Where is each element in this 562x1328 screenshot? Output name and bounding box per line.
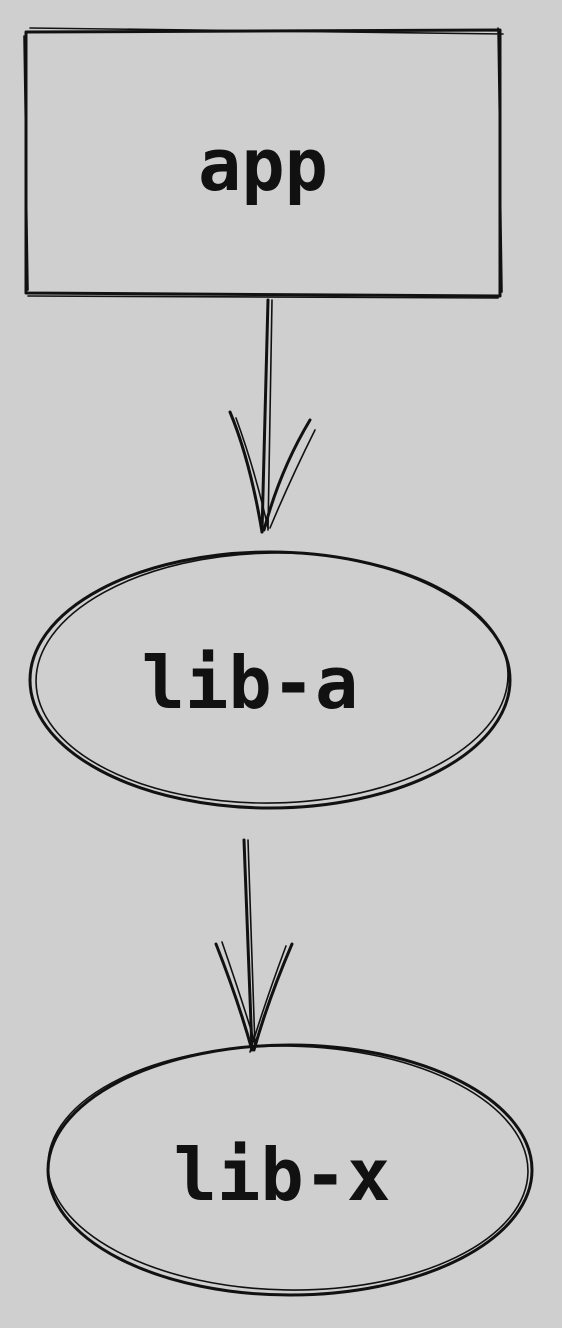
- diagram-canvas: app lib-a lib-x: [23, 27, 534, 1297]
- node-app-label: app: [198, 123, 328, 207]
- edge-app-to-lib-a: [228, 298, 316, 534]
- edge-lib-a-to-lib-x: [214, 838, 294, 1053]
- node-lib-x-label: lib-x: [174, 1133, 391, 1217]
- node-app[interactable]: app: [23, 27, 504, 299]
- node-lib-a[interactable]: lib-a: [28, 549, 512, 810]
- node-lib-x[interactable]: lib-x: [46, 1042, 534, 1297]
- node-lib-a-label: lib-a: [142, 641, 359, 725]
